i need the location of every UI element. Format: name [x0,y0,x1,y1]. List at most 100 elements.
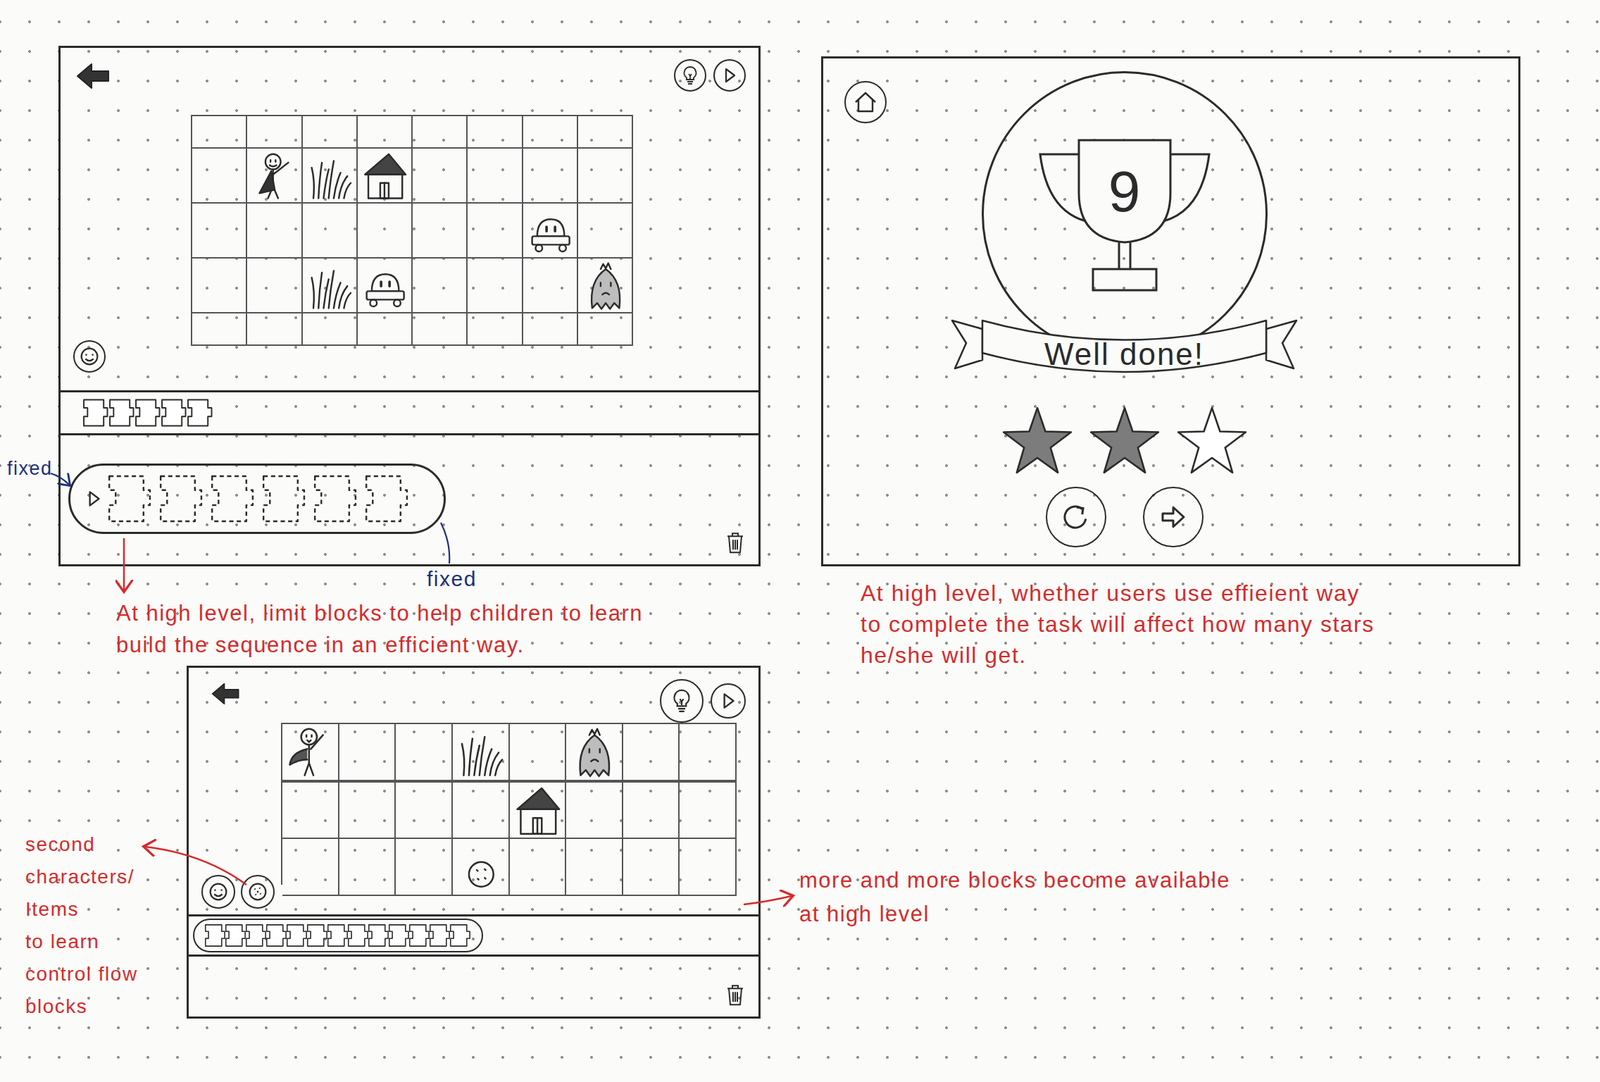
palette-block[interactable] [364,921,391,950]
empty-block-slot-icon [150,471,208,526]
grid-cell [192,116,248,149]
palette-block[interactable] [78,395,110,431]
code-block-icon[interactable] [283,921,309,950]
code-block-icon[interactable] [385,921,411,950]
game-board [280,722,737,885]
code-block-icon[interactable] [104,395,136,431]
sequence-slot[interactable] [202,471,259,526]
annotation-line: control flow [25,957,139,991]
palette-block[interactable] [201,921,227,950]
monster-icon [568,726,622,779]
back-button[interactable] [208,678,244,709]
level-screen [58,45,761,567]
grid-cell [412,258,468,314]
grid-cell [339,838,397,896]
coin-icon [245,879,270,904]
annotation-line: at high level [799,897,1231,931]
sequence-slot[interactable] [304,471,362,526]
second-character-button[interactable] [240,874,275,909]
palette-block[interactable] [262,921,289,950]
home-button[interactable] [844,80,887,124]
character-button[interactable] [73,340,106,373]
code-block-icon[interactable] [201,921,227,950]
annotation: secondcharacters/Itemsto learncontrol fl… [25,828,139,1023]
smile-icon [77,344,102,369]
code-block-icon[interactable] [303,921,329,950]
play-area [60,47,759,391]
sequence-area [60,435,759,565]
result-screen: 9Well done! [821,56,1521,567]
replay-button[interactable] [1045,486,1107,548]
grid-cell [247,148,303,204]
banner-text: Well done! [950,299,1298,391]
annotation-line: blocks [25,990,139,1023]
grid-cell [357,116,413,149]
header-row [208,678,746,723]
grid-cell [679,838,737,896]
grid-cell [566,838,624,896]
grid-cell [578,116,634,149]
code-block-icon[interactable] [157,395,189,431]
palette-block[interactable] [157,395,189,431]
sequence-slot[interactable] [99,471,156,526]
palette-block[interactable] [323,921,350,950]
grid-cell [192,258,248,314]
palette-block[interactable] [283,921,309,950]
palette-block[interactable] [183,395,215,431]
character-button[interactable] [201,874,236,909]
trash-button[interactable] [724,530,746,555]
grid-cell [523,116,579,149]
run-button[interactable] [713,59,746,92]
grid-cell [192,203,248,259]
sequence-slot[interactable] [150,471,208,526]
code-block-icon[interactable] [242,921,268,950]
code-block-icon[interactable] [323,921,350,950]
hint-button[interactable] [659,678,704,723]
back-button[interactable] [73,59,115,93]
palette-block[interactable] [221,921,248,950]
grid-cell [395,782,453,840]
code-block-icon[interactable] [344,921,370,950]
sequence-bar[interactable] [68,463,446,534]
arrow [50,473,70,485]
hint-button[interactable] [673,59,707,92]
empty-block-slot-icon [253,471,310,526]
palette-block[interactable] [405,921,431,950]
game-board [190,114,634,346]
grid-cell [623,723,681,781]
code-block-icon[interactable] [78,395,110,431]
palette-block[interactable] [242,921,268,950]
code-block-icon[interactable] [426,921,452,950]
code-block-icon[interactable] [446,921,472,950]
sequence-slot[interactable] [356,471,413,526]
palette-block[interactable] [344,921,370,950]
trash-button[interactable] [724,982,746,1008]
grid-cell [302,116,358,149]
code-block-icon[interactable] [262,921,289,950]
grid-cell [412,203,468,259]
grid-cell [282,838,340,896]
palette-block[interactable] [446,921,472,950]
grid-cell [247,258,303,314]
palette-block[interactable] [104,395,136,431]
palette-block[interactable] [130,395,162,431]
run-button[interactable] [710,683,746,719]
grid-cell [412,313,468,346]
grid-cell [412,148,468,204]
palette-block[interactable] [303,921,329,950]
code-block-icon[interactable] [221,921,248,950]
annotation: fixed [7,456,53,481]
code-block-icon[interactable] [130,395,162,431]
palette-block[interactable] [385,921,411,950]
code-block-icon[interactable] [405,921,431,950]
trash-icon [724,530,746,555]
annotation-line: second [25,828,139,861]
arrow [123,538,126,591]
arrow [743,895,792,905]
next-button[interactable] [1142,486,1204,548]
sequence-slot[interactable] [253,471,310,526]
play-icon [717,690,739,712]
palette-block[interactable] [426,921,452,950]
code-block-icon[interactable] [364,921,391,950]
code-block-icon[interactable] [183,395,215,431]
